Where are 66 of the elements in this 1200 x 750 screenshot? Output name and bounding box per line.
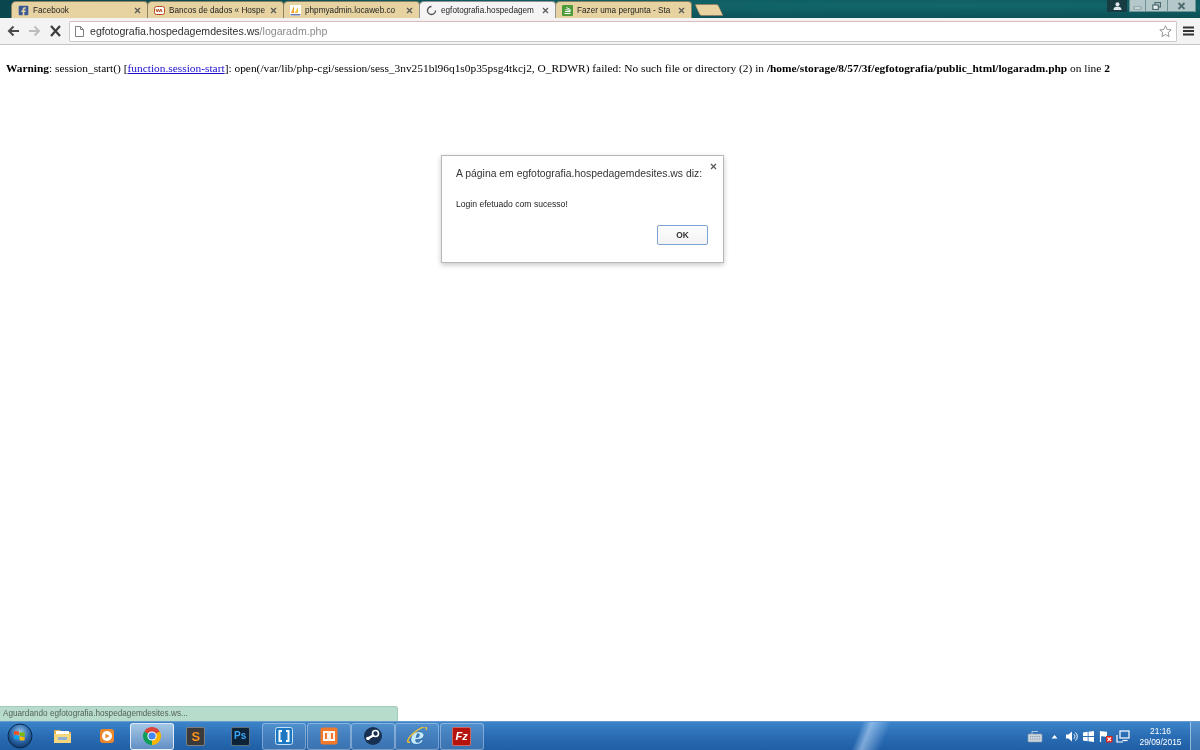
- tab-title: Facebook: [33, 5, 69, 15]
- taskbar-button[interactable]: S: [173, 722, 218, 750]
- square-logo-icon: [318, 726, 339, 746]
- close-icon: [270, 6, 278, 14]
- start-orb-icon: [7, 723, 33, 749]
- browser-tab[interactable]: egfotografia.hospedagem: [419, 1, 556, 18]
- browser-tab[interactable]: phpmyadmin.locaweb.co: [283, 1, 420, 18]
- disc-logo-icon: [363, 726, 384, 746]
- menu-icon: [1182, 26, 1194, 36]
- profile-button[interactable]: [1107, 0, 1127, 12]
- close-icon: [134, 6, 141, 14]
- function-link[interactable]: function.session-start: [127, 62, 225, 74]
- forward-arrow-icon: [27, 25, 41, 37]
- close-icon: [542, 6, 549, 14]
- network-icon[interactable]: [1116, 729, 1130, 743]
- dialog-close-button[interactable]: [709, 162, 717, 170]
- restore-button[interactable]: [1145, 0, 1168, 12]
- tab-title: Bancos de dados « Hospe: [169, 5, 266, 15]
- restore-icon: [1152, 1, 1161, 10]
- warning-message: Warning: session_start() [function.session-start]: open(/var/lib/php-cgi/session/sess_3nv251bl96q1s0p35psg4tkcj2, O_RDWR) failed: No such file or directory (2) in /home/storage/8/57/3f/egfotografia/public_html/logaradm.php on line 2: [6, 62, 1111, 75]
- spinner-icon: [426, 4, 437, 16]
- taskbar-button[interactable]: Fz: [439, 722, 484, 750]
- round-logo-icon: [141, 726, 162, 746]
- dialog-title: A página em egfotografia.hospedagemdesites.ws diz:: [456, 167, 704, 181]
- tab-title: phpmyadmin.locaweb.co: [305, 5, 396, 15]
- keyboard-icon[interactable]: [1027, 729, 1043, 743]
- tab-title: egfotografia.hospedagem: [441, 5, 534, 15]
- url-text: egfotografia.hospedagemdesites.ws/logaradm.php: [90, 25, 328, 37]
- tab-close-button[interactable]: [133, 5, 142, 15]
- clock-button[interactable]: 21:16 29/09/2015: [1132, 722, 1189, 750]
- back-arrow-icon: [6, 25, 20, 37]
- new-tab-button[interactable]: [694, 4, 724, 16]
- stop-icon: [48, 25, 62, 37]
- close-icon: [678, 6, 685, 14]
- stack-icon: [562, 4, 573, 16]
- tab-close-button[interactable]: [541, 5, 550, 15]
- letter-f-icon: [18, 4, 29, 16]
- close-icon: [709, 162, 717, 170]
- browser-tab[interactable]: Facebook: [11, 1, 148, 18]
- tab-close-button[interactable]: [269, 5, 279, 15]
- close-icon: [406, 6, 413, 14]
- speaker-icon[interactable]: [1065, 729, 1078, 743]
- wave-logo-icon: [154, 4, 165, 16]
- four-panes-icon[interactable]: [1082, 729, 1095, 743]
- taskbar-button[interactable]: Ps: [218, 722, 263, 750]
- ok-button[interactable]: OK: [657, 225, 708, 245]
- bookmark-button[interactable]: [1158, 23, 1173, 39]
- status-bubble: Aguardando egfotografia.hospedagemdesites.ws...: [0, 706, 398, 721]
- tab-close-button[interactable]: [677, 5, 686, 15]
- dialog-message: Login efetuado com sucesso!: [456, 198, 569, 210]
- tab-title: Fazer uma pergunta - Sta: [577, 5, 671, 15]
- person-icon: [1112, 2, 1122, 10]
- orbit-ring-icon: [406, 727, 429, 745]
- taskbar-button[interactable]: [351, 722, 396, 750]
- browser-tab[interactable]: Bancos de dados « Hospe: [147, 1, 284, 18]
- flag-error-icon[interactable]: [1099, 729, 1113, 743]
- bracket-logo-icon: [274, 726, 295, 746]
- browser-tab[interactable]: Fazer uma pergunta - Sta: [555, 1, 692, 18]
- close-icon: [1177, 1, 1186, 10]
- show-desktop-button[interactable]: [1190, 722, 1200, 750]
- address-bar[interactable]: egfotografia.hospedagemdesites.ws/logaradm.php: [69, 20, 1177, 42]
- page-icon: [75, 25, 84, 37]
- close-button[interactable]: [1167, 0, 1196, 12]
- star-icon: [1159, 24, 1172, 38]
- sail-logo-icon: [290, 4, 301, 16]
- tab-close-button[interactable]: [405, 5, 414, 15]
